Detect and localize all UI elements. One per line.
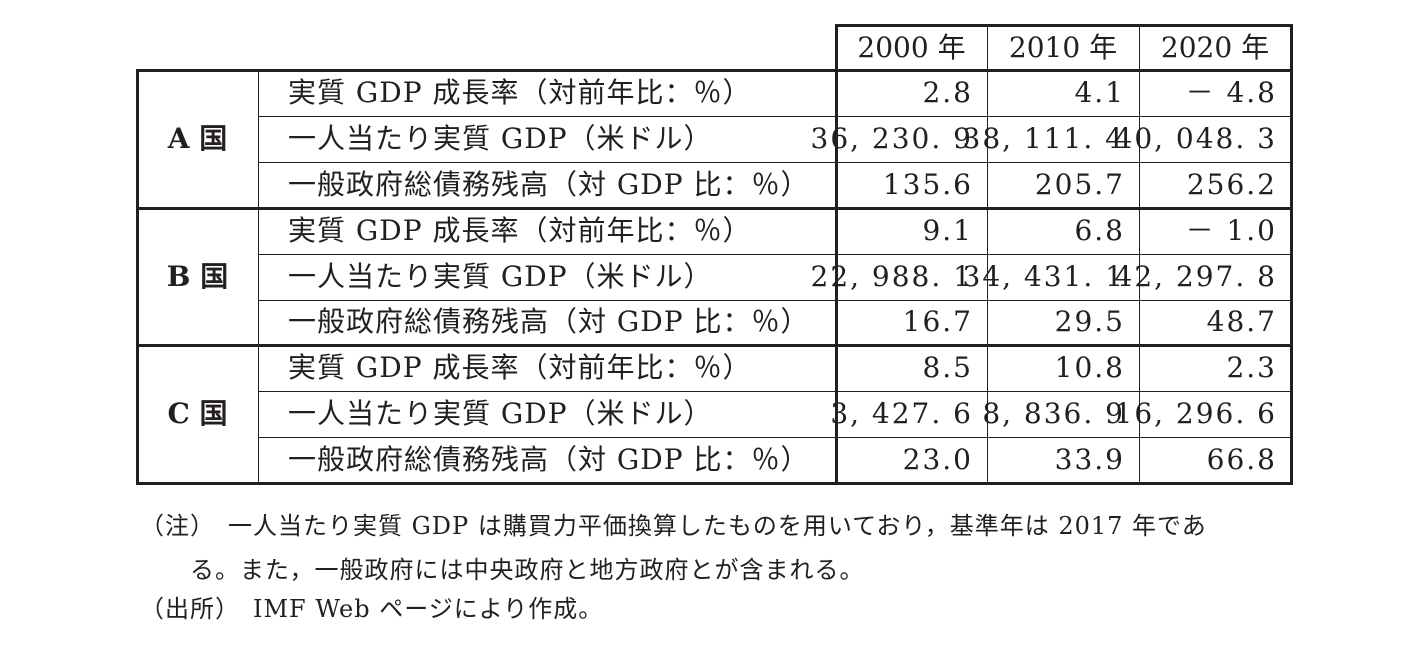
data-cell: 9.1 xyxy=(922,213,973,247)
group-divider xyxy=(136,344,1293,348)
indicator-label: 実質 GDP 成長率（対前年比：％） xyxy=(288,351,752,385)
indicator-label: 実質 GDP 成長率（対前年比：％） xyxy=(288,75,752,109)
body-right-border xyxy=(1290,69,1293,486)
indicator-label: 一般政府総債務残高（対 GDP 比：％） xyxy=(288,305,810,339)
data-cell: 205.7 xyxy=(1034,167,1125,201)
column-divider xyxy=(258,70,259,484)
data-cell: 256.2 xyxy=(1186,167,1277,201)
header-top-border xyxy=(836,24,1293,27)
data-cell: 40, 048. 3 xyxy=(1114,121,1277,155)
indicator-label: 実質 GDP 成長率（対前年比：％） xyxy=(288,213,752,247)
row-divider xyxy=(258,115,1291,117)
data-cell: 6.8 xyxy=(1074,213,1125,247)
data-cell: 10.8 xyxy=(1054,351,1125,385)
indicator-label: 一般政府総債務残高（対 GDP 比：％） xyxy=(288,443,810,477)
data-cell: 2.3 xyxy=(1226,351,1277,385)
footnote-line-1: （注） 一人当たり実質 GDP は購買力平価換算したものを用いており，基準年は … xyxy=(140,512,1207,540)
source-line: （出所） IMF Web ページにより作成。 xyxy=(140,595,604,623)
data-cell: 33.9 xyxy=(1054,443,1125,477)
column-divider-thick xyxy=(835,70,838,484)
row-divider xyxy=(258,437,1291,439)
country-label: A 国 xyxy=(167,121,228,155)
data-cell: 2.8 xyxy=(922,75,973,109)
column-divider xyxy=(987,70,988,484)
year-header: 2020 年 xyxy=(1160,30,1270,64)
data-cell: 16, 296. 6 xyxy=(1114,397,1277,431)
data-cell: 16.7 xyxy=(902,305,973,339)
row-divider xyxy=(258,391,1291,393)
row-divider xyxy=(258,299,1291,301)
data-cell: 29.5 xyxy=(1054,305,1125,339)
header-divider xyxy=(1139,25,1140,70)
year-header: 2000 年 xyxy=(857,30,966,64)
data-cell: － 1.0 xyxy=(1185,213,1277,247)
header-divider xyxy=(987,25,988,70)
data-cell: 66.8 xyxy=(1206,443,1277,477)
indicator-label: 一人当たり実質 GDP（米ドル） xyxy=(288,121,713,155)
data-cell: 3, 427. 6 xyxy=(830,397,973,431)
indicator-label: 一般政府総債務残高（対 GDP 比：％） xyxy=(288,167,810,201)
footnote-line-2: る。また，一般政府には中央政府と地方政府とが含まれる。 xyxy=(190,556,865,584)
data-cell: 8.5 xyxy=(922,351,973,385)
data-cell: 135.6 xyxy=(882,167,973,201)
row-divider xyxy=(258,253,1291,255)
header-right-border xyxy=(1290,24,1293,70)
country-label: C 国 xyxy=(167,397,228,431)
data-cell: 48.7 xyxy=(1206,305,1277,339)
data-cell: 23.0 xyxy=(902,443,973,477)
data-cell: 42, 297. 8 xyxy=(1114,259,1277,293)
body-left-border xyxy=(136,69,139,486)
row-divider xyxy=(258,161,1291,163)
body-bottom-border xyxy=(136,482,1293,486)
header-left-border xyxy=(835,24,838,70)
data-cell: 4.1 xyxy=(1074,75,1125,109)
country-label: B 国 xyxy=(166,259,229,293)
body-top-border xyxy=(136,69,1293,72)
column-divider xyxy=(1139,70,1140,484)
indicator-label: 一人当たり実質 GDP（米ドル） xyxy=(288,397,713,431)
indicator-label: 一人当たり実質 GDP（米ドル） xyxy=(288,259,713,293)
group-divider xyxy=(136,206,1293,210)
data-cell: － 4.8 xyxy=(1185,75,1277,109)
year-header: 2010 年 xyxy=(1008,30,1118,64)
